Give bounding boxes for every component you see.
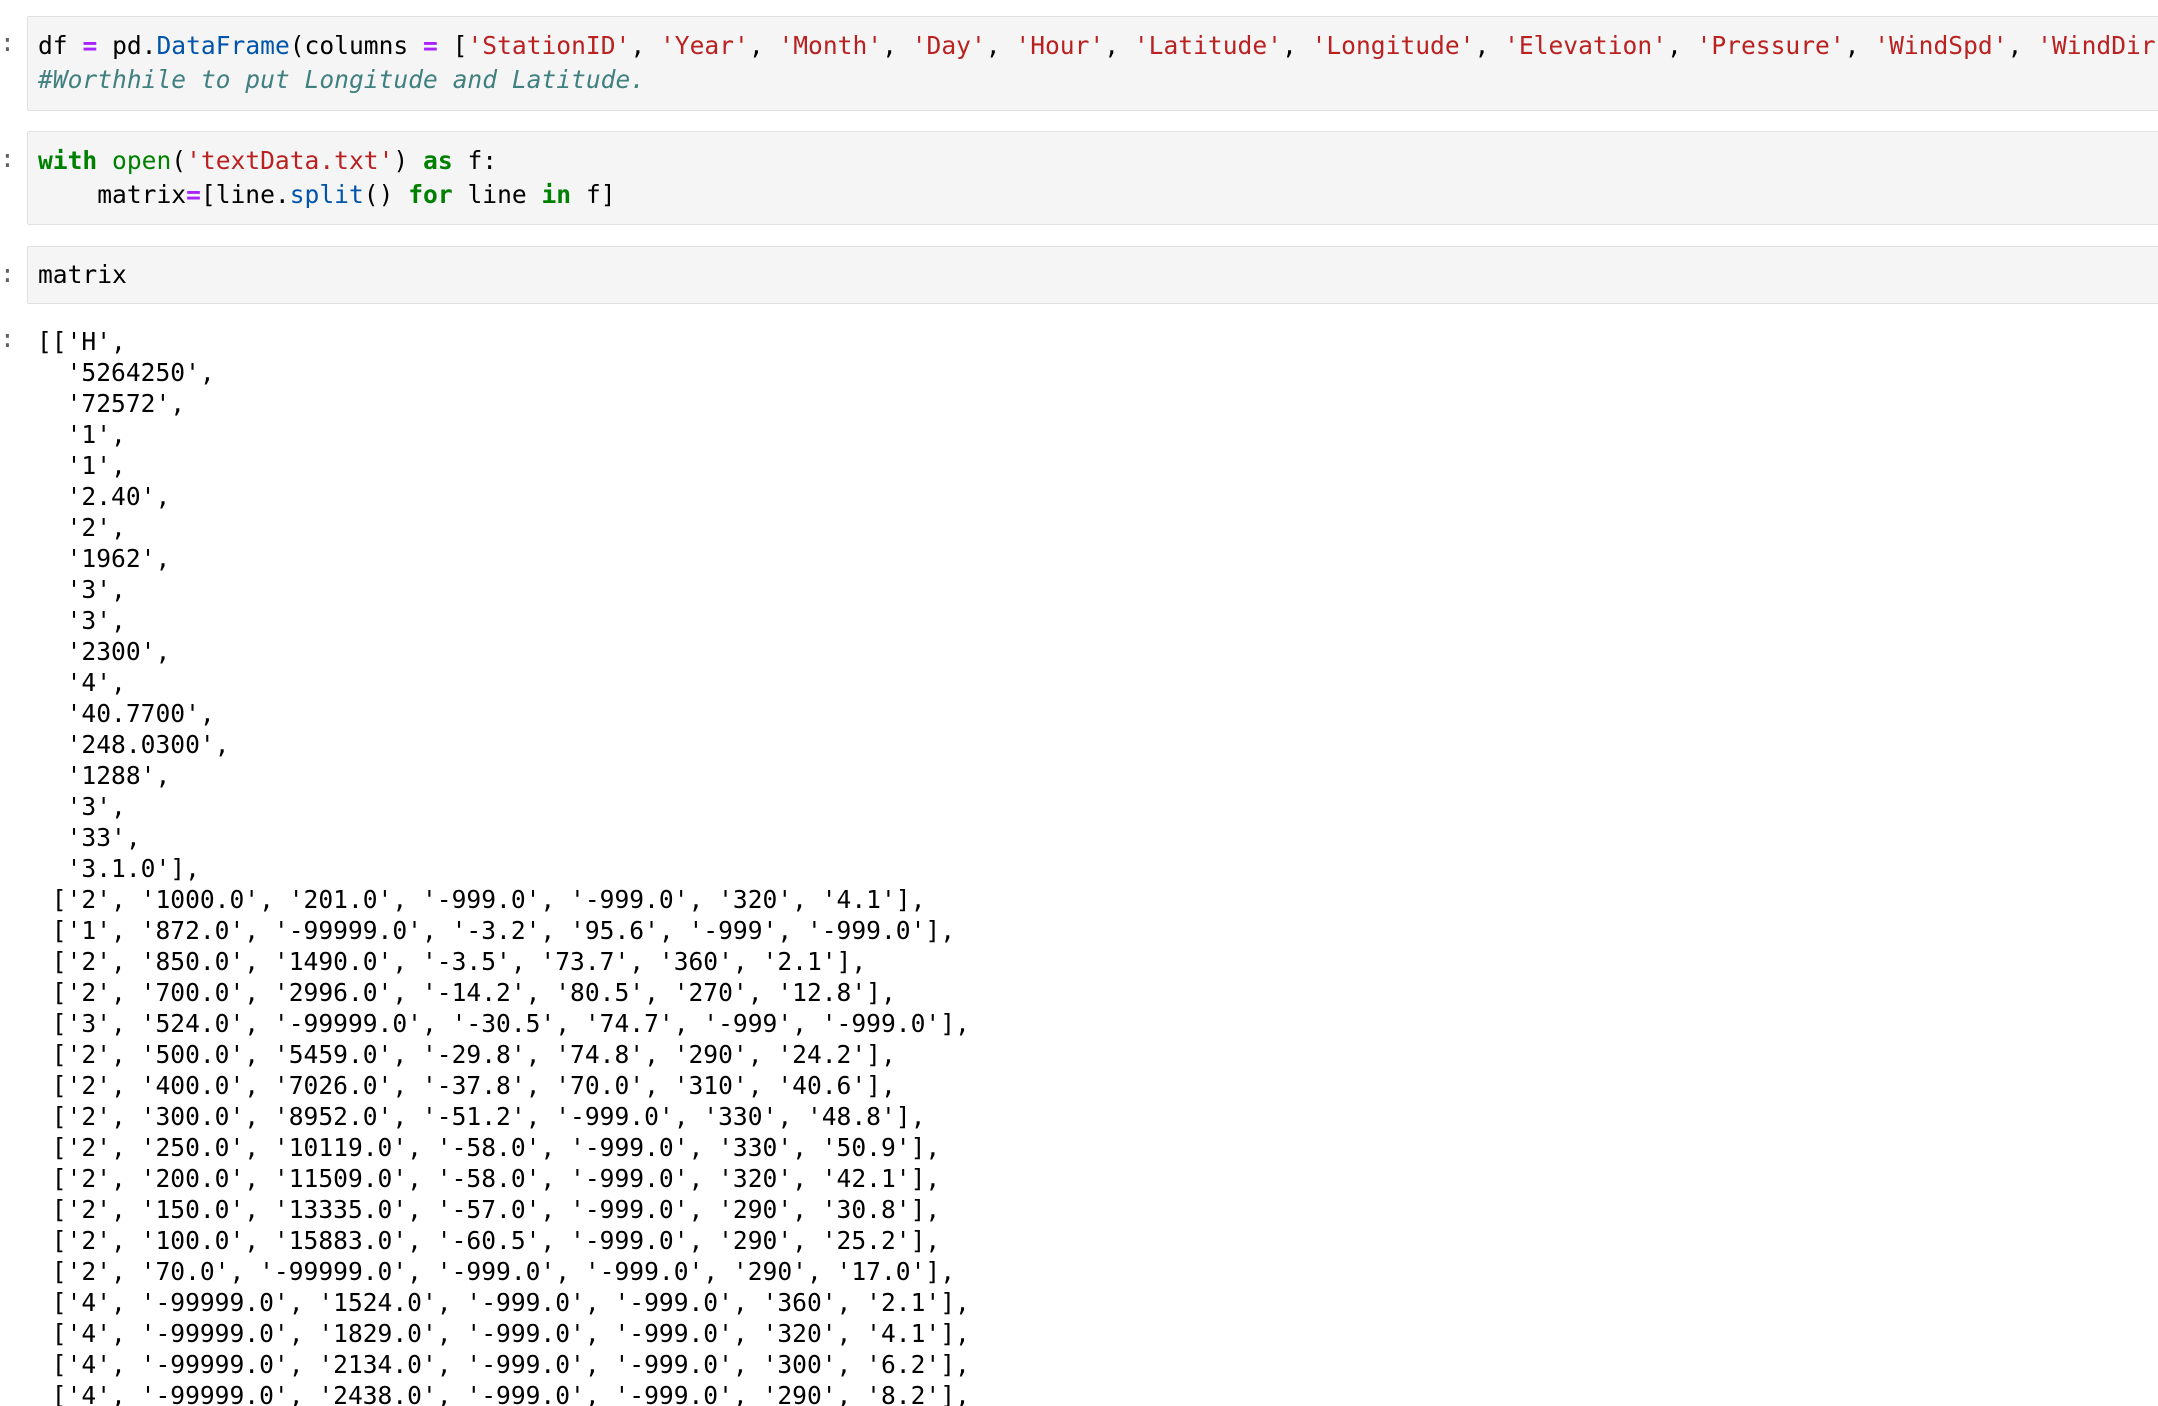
code-line-dataframe: df = pd.DataFrame(columns = ['StationID'… [38, 29, 2158, 63]
token-var: df [38, 31, 68, 60]
token-col-hour: 'Hour' [1015, 31, 1105, 60]
output-line: ['2', '100.0', '15883.0', '-60.5', '-999… [37, 1226, 941, 1255]
code-comment: #Worthhile to put Longitude and Latitude… [38, 65, 646, 94]
code-line-with-open: with open('textData.txt') as f: [38, 144, 497, 178]
output-area: [['H', '5264250', '72572', '1', '1', '2.… [37, 326, 2137, 1406]
token-op: = [82, 31, 98, 60]
token-col-winddir: 'WindDir' [2037, 31, 2158, 60]
token-bracket: [line. [200, 180, 290, 209]
output-line: '3.1.0'], [37, 854, 200, 883]
token-filename: 'textData.txt' [186, 146, 394, 175]
output-line: ['2', '850.0', '1490.0', '-3.5', '73.7',… [37, 947, 867, 976]
token-sep: , [630, 31, 646, 60]
token-kw-as: as [423, 146, 453, 175]
token-tail: f] [585, 180, 616, 209]
token-op: = [423, 31, 438, 60]
code-line-matrix-split: matrix=[line.split() for line in f] [38, 178, 616, 212]
output-line: '2.40', [37, 482, 171, 511]
output-line: ['2', '400.0', '7026.0', '-37.8', '70.0'… [37, 1071, 896, 1100]
output-line: ['4', '-99999.0', '1524.0', '-999.0', '-… [37, 1288, 970, 1317]
token-sep: , [1666, 31, 1682, 60]
token-col-day: 'Day' [911, 31, 986, 60]
token-mid: line [467, 180, 527, 209]
output-line: ['2', '200.0', '11509.0', '-58.0', '-999… [37, 1164, 941, 1193]
token-col-month: 'Month' [778, 31, 883, 60]
cell-prompt: : [0, 144, 15, 173]
output-line: '5264250', [37, 358, 215, 387]
code-line-matrix: matrix [38, 260, 127, 289]
cell-prompt: : [0, 259, 15, 288]
token-col-pressure: 'Pressure' [1696, 31, 1845, 60]
output-line: '2', [37, 513, 126, 542]
token-sep: , [1844, 31, 1860, 60]
output-line: '72572', [37, 389, 186, 418]
output-line: '248.0300', [37, 730, 230, 759]
token-builtin-open: open [112, 146, 172, 175]
output-prompt: : [0, 324, 15, 353]
token-col-longitude: 'Longitude' [1311, 31, 1475, 60]
token-paren: ) [393, 146, 409, 175]
output-line: ['4', '-99999.0', '2134.0', '-999.0', '-… [37, 1350, 970, 1379]
token-op: = [186, 180, 201, 209]
token-tail: f: [467, 146, 498, 175]
token-col-elevation: 'Elevation' [1504, 31, 1667, 60]
token-sep: , [748, 31, 764, 60]
token-bracket: [ [452, 31, 468, 60]
token-call: (columns [289, 31, 409, 60]
output-line: ['4', '-99999.0', '2438.0', '-999.0', '-… [37, 1381, 970, 1406]
cell-prompt: : [0, 28, 15, 57]
output-line: [['H', [37, 327, 126, 356]
output-line: ['4', '-99999.0', '1829.0', '-999.0', '-… [37, 1319, 970, 1348]
output-line: ['2', '150.0', '13335.0', '-57.0', '-999… [37, 1195, 941, 1224]
token-col-year: 'Year' [659, 31, 749, 60]
output-line: '3', [37, 606, 126, 635]
token-kw-in: in [541, 180, 572, 209]
token-obj: pd. [112, 31, 157, 60]
output-line: '33', [37, 823, 141, 852]
output-line: ['2', '1000.0', '201.0', '-999.0', '-999… [37, 885, 926, 914]
token-var: matrix [97, 180, 187, 209]
output-line: '2300', [37, 637, 171, 666]
code-cell-matrix[interactable]: matrix [27, 246, 2158, 304]
output-line: '1962', [37, 544, 171, 573]
token-col-latitude: 'Latitude' [1133, 31, 1282, 60]
output-line: ['2', '250.0', '10119.0', '-58.0', '-999… [37, 1133, 941, 1162]
token-method: split [289, 180, 364, 209]
output-line: ['1', '872.0', '-99999.0', '-3.2', '95.6… [37, 916, 956, 945]
output-line: ['2', '300.0', '8952.0', '-51.2', '-999.… [37, 1102, 926, 1131]
output-line: '1288', [37, 761, 171, 790]
code-cell-dataframe[interactable]: df = pd.DataFrame(columns = ['StationID'… [27, 16, 2158, 111]
output-line: '40.7700', [37, 699, 215, 728]
token-sep: , [1104, 31, 1120, 60]
output-line: '1', [37, 420, 126, 449]
output-line: '3', [37, 792, 126, 821]
token-sep: , [985, 31, 1001, 60]
output-line: ['3', '524.0', '-99999.0', '-30.5', '74.… [37, 1009, 970, 1038]
token-sep: , [882, 31, 897, 60]
token-func: DataFrame [156, 31, 290, 60]
output-line: ['2', '70.0', '-99999.0', '-999.0', '-99… [37, 1257, 956, 1286]
output-line: ['2', '500.0', '5459.0', '-29.8', '74.8'… [37, 1040, 896, 1069]
output-line: '4', [37, 668, 126, 697]
output-line: ['2', '700.0', '2996.0', '-14.2', '80.5'… [37, 978, 896, 1007]
token-col-stationid: 'StationID' [467, 31, 631, 60]
token-sep: , [2007, 31, 2023, 60]
token-paren: ( [171, 146, 187, 175]
token-kw-with: with [38, 146, 98, 175]
token-sep: , [1474, 31, 1490, 60]
output-line: '3', [37, 575, 126, 604]
token-sep: , [1281, 31, 1297, 60]
token-kw-for: for [408, 180, 453, 209]
code-cell-read-file[interactable]: with open('textData.txt') as f: matrix=[… [27, 131, 2158, 225]
output-line: '1', [37, 451, 126, 480]
token-call: () [363, 180, 394, 209]
token-col-windspd: 'WindSpd' [1874, 31, 2008, 60]
